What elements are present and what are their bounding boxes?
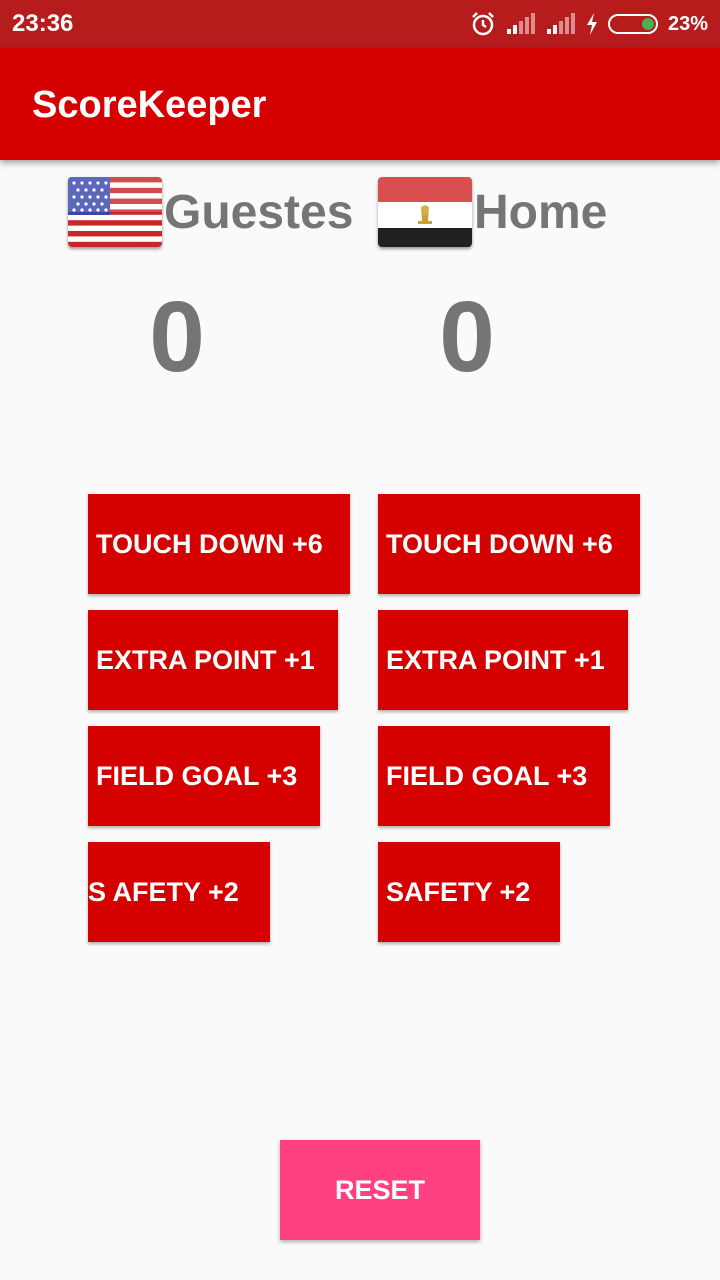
alarm-icon [470,11,496,37]
status-time: 23:36 [12,10,74,37]
status-bar: 23:36 23% [0,0,720,48]
home-touchdown-button[interactable]: TOUCH DOWN +6 [378,494,640,594]
charging-icon [586,13,598,35]
guests-extra-point-button[interactable]: EXTRA POINT +1 [88,610,338,710]
guests-header: Guestes [68,172,353,252]
home-header: Home [378,172,607,252]
battery-percent: 23% [667,12,708,35]
reset-button[interactable]: RESET [280,1140,480,1240]
guests-score: 0 [149,281,205,393]
guests-touchdown-button[interactable]: TOUCH DOWN +6 [88,494,350,594]
guests-field-goal-button[interactable]: FIELD GOAL +3 [88,726,320,826]
home-team-name: Home [474,185,608,239]
egypt-flag-icon [378,177,472,247]
status-icons: 23% [470,10,708,38]
guests-safety-button[interactable]: S AFETY +2 [88,842,270,942]
home-safety-button[interactable]: SAFETY +2 [378,842,560,942]
usa-flag-icon [68,177,162,247]
battery-icon [607,14,658,34]
home-extra-point-button[interactable]: EXTRA POINT +1 [378,610,628,710]
home-field-goal-button[interactable]: FIELD GOAL +3 [378,726,610,826]
app-title: ScoreKeeper [32,84,267,126]
guests-team-name: Guestes [164,185,354,239]
home-score: 0 [439,281,495,393]
signal-icon [506,13,536,35]
signal-icon [546,13,576,35]
app-bar: ScoreKeeper [0,48,720,160]
